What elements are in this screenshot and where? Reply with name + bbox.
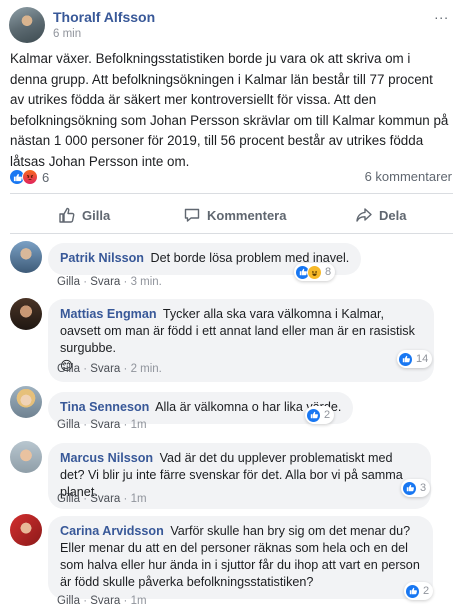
commenter-avatar[interactable]	[10, 298, 42, 330]
separator: ·	[83, 595, 88, 607]
divider	[10, 233, 453, 234]
comment-like-link[interactable]: Gilla	[57, 493, 80, 505]
like-icon	[398, 351, 413, 367]
comment-reactions[interactable]: 2	[305, 406, 335, 424]
comment-meta: Gilla · Svara · 2 min.	[57, 363, 162, 375]
comment-reactions[interactable]: 3	[401, 479, 431, 497]
comment-icon	[184, 208, 200, 222]
comment-button-label: Kommentera	[207, 207, 287, 223]
comment-timestamp[interactable]: 1m	[131, 493, 147, 505]
comment-button[interactable]: Kommentera	[183, 205, 286, 225]
comment-timestamp[interactable]: 1m	[131, 419, 147, 431]
angry-icon	[22, 169, 38, 185]
comment-timestamp[interactable]: 1m	[131, 595, 147, 607]
comment-meta: Gilla · Svara · 1m	[57, 493, 147, 505]
comment-count-link[interactable]: 6 kommentarer	[365, 169, 452, 184]
post-timestamp[interactable]: 6 min	[53, 28, 81, 40]
commenter-avatar[interactable]	[10, 241, 42, 273]
like-icon	[306, 407, 321, 423]
separator: ·	[83, 276, 88, 288]
like-icon	[405, 583, 420, 599]
comment-reaction-count: 14	[416, 353, 429, 365]
reaction-summary[interactable]: 6	[9, 168, 49, 186]
separator: ·	[83, 363, 88, 375]
haha-icon	[307, 264, 322, 280]
comment-reactions[interactable]: 8	[294, 263, 336, 281]
commenter-avatar[interactable]	[10, 386, 42, 418]
comment-reaction-count: 2	[423, 585, 430, 597]
comment-like-link[interactable]: Gilla	[57, 363, 80, 375]
commenter-name[interactable]: Mattias Engman	[60, 307, 157, 321]
more-options-icon[interactable]: ...	[434, 7, 449, 21]
comment-reply-link[interactable]: Svara	[90, 419, 120, 431]
like-button-label: Gilla	[82, 207, 111, 223]
comment-reaction-count: 3	[420, 482, 427, 494]
comment-timestamp[interactable]: 3 min.	[131, 276, 162, 288]
comment-reply-link[interactable]: Svara	[90, 363, 120, 375]
commenter-avatar[interactable]	[10, 441, 42, 473]
separator: ·	[83, 419, 88, 431]
share-button[interactable]: Dela	[355, 205, 406, 225]
separator: ·	[123, 493, 128, 505]
divider	[10, 193, 453, 194]
comment-reply-link[interactable]: Svara	[90, 595, 120, 607]
comment-meta: Gilla · Svara · 1m	[57, 419, 147, 431]
share-button-label: Dela	[379, 207, 407, 223]
commenter-name[interactable]: Marcus Nilsson	[60, 451, 153, 465]
author-avatar[interactable]	[9, 7, 45, 43]
separator: ·	[123, 595, 128, 607]
commenter-name[interactable]: Patrik Nilsson	[60, 251, 144, 265]
like-button[interactable]: Gilla	[58, 205, 110, 225]
commenter-name[interactable]: Carina Arvidsson	[60, 524, 164, 538]
commenter-avatar[interactable]	[10, 514, 42, 546]
comment-meta: Gilla · Svara · 3 min.	[57, 276, 162, 288]
separator: ·	[123, 276, 128, 288]
facebook-post: Thoralf Alfsson 6 min ... Kalmar växer. …	[0, 0, 463, 613]
commenter-name[interactable]: Tina Senneson	[60, 400, 149, 414]
comment-bubble: Carina Arvidsson Varför skulle han bry s…	[48, 516, 433, 599]
comment-like-link[interactable]: Gilla	[57, 276, 80, 288]
comment-reaction-count: 2	[324, 409, 331, 421]
comment-like-link[interactable]: Gilla	[57, 419, 80, 431]
comment-meta: Gilla · Svara · 1m	[57, 595, 147, 607]
separator: ·	[123, 419, 128, 431]
post-body: Kalmar växer. Befolkningsstatistiken bor…	[10, 51, 449, 169]
comment-timestamp[interactable]: 2 min.	[131, 363, 162, 375]
comment-reply-link[interactable]: Svara	[90, 276, 120, 288]
comment-reactions[interactable]: 14	[397, 350, 433, 368]
share-icon	[356, 208, 372, 222]
comment-like-link[interactable]: Gilla	[57, 595, 80, 607]
comment-reactions[interactable]: 2	[404, 582, 434, 600]
comment-reply-link[interactable]: Svara	[90, 493, 120, 505]
author-name[interactable]: Thoralf Alfsson	[53, 9, 155, 25]
separator: ·	[123, 363, 128, 375]
like-icon	[402, 480, 417, 496]
separator: ·	[83, 493, 88, 505]
thumbs-up-icon	[59, 207, 75, 223]
comment-reaction-count: 8	[325, 266, 332, 278]
reaction-count: 6	[42, 169, 50, 185]
